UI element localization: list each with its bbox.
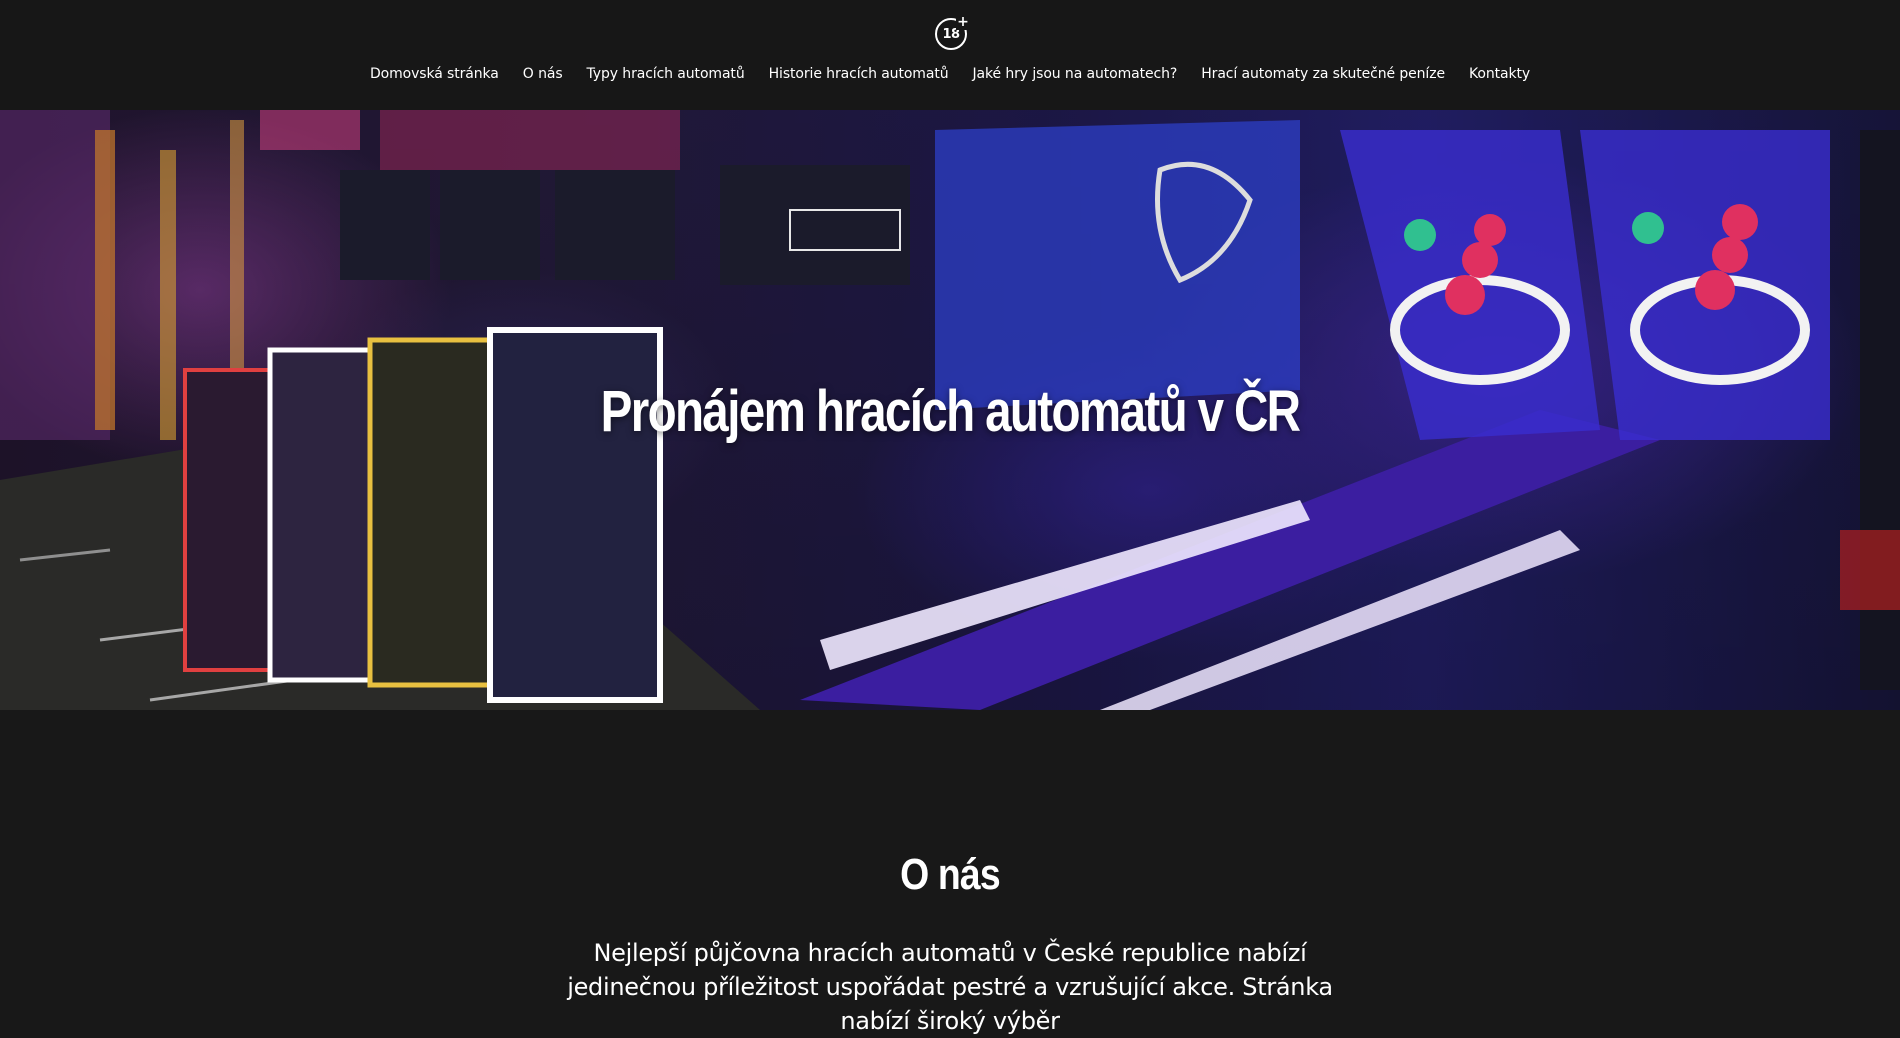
- about-heading: O nás: [900, 850, 1001, 899]
- site-header: 18 + Domovská stránka O nás Typy hracích…: [0, 0, 1900, 110]
- main-navigation: Domovská stránka O nás Typy hracích auto…: [0, 66, 1900, 82]
- nav-link-contacts[interactable]: Kontakty: [1469, 66, 1530, 82]
- nav-link-history[interactable]: Historie hracích automatů: [769, 66, 949, 82]
- nav-link-games[interactable]: Jaké hry jsou na automatech?: [973, 66, 1178, 82]
- nav-link-home[interactable]: Domovská stránka: [370, 66, 499, 82]
- logo-plus-sign: +: [956, 14, 970, 30]
- nav-link-about[interactable]: O nás: [523, 66, 563, 82]
- nav-link-real-money[interactable]: Hrací automaty za skutečné peníze: [1201, 66, 1445, 82]
- hero-banner: Pronájem hracích automatů v ČR: [0, 110, 1900, 710]
- about-paragraph: Nejlepší půjčovna hracích automatů v Čes…: [567, 939, 1333, 1035]
- hero-title: Pronájem hracích automatů v ČR: [600, 379, 1301, 444]
- nav-link-machine-types[interactable]: Typy hracích automatů: [587, 66, 745, 82]
